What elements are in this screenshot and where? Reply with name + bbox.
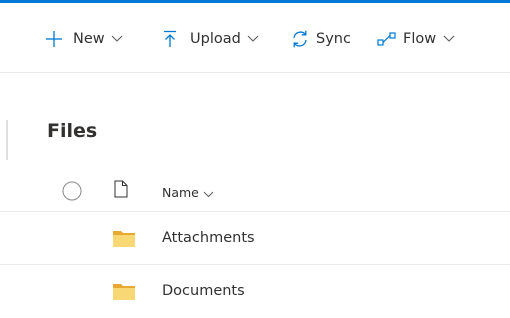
chevron-down-icon [111, 35, 123, 43]
name-column-label: Name [162, 185, 199, 200]
flow-button[interactable]: Flow [377, 27, 455, 51]
select-all-checkbox[interactable] [62, 181, 82, 205]
upload-label: Upload [190, 31, 241, 47]
list-header-row: Name [0, 172, 510, 212]
upload-button[interactable]: Upload [163, 27, 259, 51]
plus-icon [45, 30, 63, 48]
page-title: Files [47, 120, 98, 142]
item-name[interactable]: Documents [162, 283, 245, 299]
flow-icon [377, 30, 397, 48]
circle-checkbox-icon [62, 181, 82, 201]
document-icon [114, 180, 128, 198]
sync-button[interactable]: Sync [290, 27, 351, 51]
chevron-down-icon [203, 183, 214, 202]
upload-arrow-icon [163, 30, 177, 48]
file-type-column-header[interactable] [114, 180, 128, 202]
list-item[interactable]: Documents [0, 265, 510, 318]
new-button[interactable]: New [45, 27, 123, 51]
chevron-down-icon [443, 35, 455, 43]
sync-icon [290, 29, 310, 49]
flow-label: Flow [403, 31, 437, 47]
item-name[interactable]: Attachments [162, 230, 255, 246]
folder-icon [113, 230, 135, 251]
new-label: New [73, 31, 105, 47]
list-item[interactable]: Attachments [0, 212, 510, 265]
name-column-header[interactable]: Name [162, 183, 214, 202]
chevron-down-icon [247, 35, 259, 43]
folder-icon [113, 283, 135, 304]
left-edge-marker [6, 120, 8, 160]
command-bar: New Upload Sync Flow [0, 3, 510, 73]
sync-label: Sync [316, 31, 351, 47]
